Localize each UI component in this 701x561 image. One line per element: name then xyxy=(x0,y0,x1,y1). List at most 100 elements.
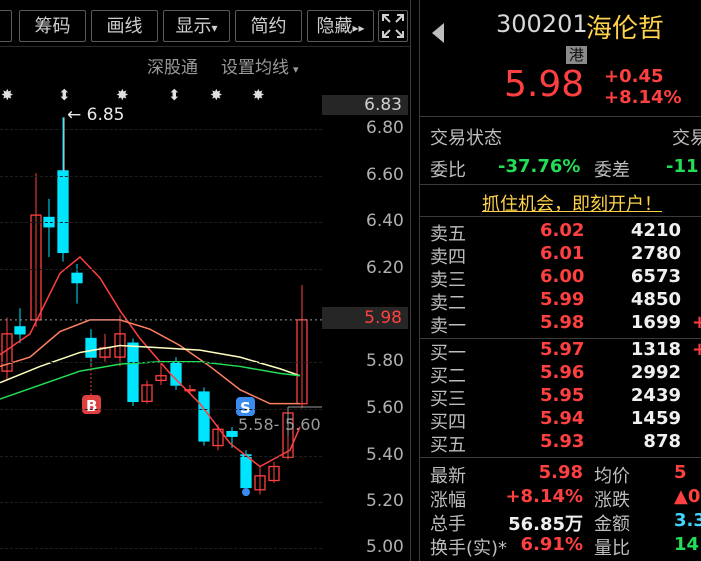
bid-volume: 1318 xyxy=(630,339,681,360)
bid-row[interactable]: 买二 5.96 2992 xyxy=(420,362,701,387)
stat-row: 最新 5.98 均价 5 xyxy=(420,462,701,487)
event-star-icon: ✸ xyxy=(210,86,223,104)
stat-value-2: ▲0 xyxy=(674,486,701,507)
bid-row[interactable]: 买一 5.97 1318 + xyxy=(420,339,701,364)
ask-row[interactable]: 卖三 6.00 6573 xyxy=(420,266,701,291)
axis-high-highlight: 6.83 xyxy=(322,95,408,115)
gridline xyxy=(0,222,322,223)
ask-price: 5.99 xyxy=(540,289,585,310)
prev-stock-icon[interactable] xyxy=(432,23,444,43)
gridline xyxy=(0,502,322,503)
event-star-icon: ✸ xyxy=(116,86,129,104)
price-change-pct: +8.14% xyxy=(604,87,682,108)
price-change: +0.45 xyxy=(604,66,664,87)
stat-value: +8.14% xyxy=(505,486,583,507)
bid-price: 5.97 xyxy=(540,339,585,360)
sell-marker-label: S xyxy=(240,399,251,417)
trade-status-label: 交易状态 xyxy=(430,128,502,149)
price-axis-tick: 5.80 xyxy=(366,351,404,371)
candle-body xyxy=(57,170,69,254)
display-dropdown[interactable]: 显示▾ xyxy=(163,10,230,42)
stat-value-2: 14 xyxy=(674,534,700,555)
ask-volume: 4210 xyxy=(630,220,681,241)
event-star-icon: ✸ xyxy=(252,86,265,104)
candle-body xyxy=(170,361,182,386)
stat-label: 最新 xyxy=(430,466,466,487)
ask-volume: 1699 xyxy=(630,312,681,333)
ask-volume: 4850 xyxy=(630,289,681,310)
bid-row[interactable]: 买四 5.94 1459 xyxy=(420,408,701,433)
last-price: 5.98 xyxy=(504,64,585,105)
price-axis-tick: 6.80 xyxy=(366,118,404,138)
ask-label: 卖一 xyxy=(430,316,466,337)
stat-row: 总手 56.85万 金额 3.3 xyxy=(420,510,701,535)
quote-panel: 300201 海伦哲 港 5.98 +0.45 +8.14% 交易状态 交易 委… xyxy=(420,0,701,561)
stat-value: 6.91% xyxy=(520,534,583,555)
candlestick-chart[interactable]: ← 6.85 5.58- 5.60 B S ✸ ⬍ ✸ ⬍ ✸ ✸ xyxy=(0,46,322,561)
ask-row[interactable]: 卖五 6.02 4210 xyxy=(420,220,701,245)
hide-panel-button[interactable]: 隐藏▸▸ xyxy=(307,10,374,42)
ma30-line xyxy=(0,361,301,400)
stat-label-2: 量比 xyxy=(594,538,630,559)
draw-line-button[interactable]: 画线 xyxy=(91,10,158,42)
stat-value-2: 3.3 xyxy=(674,510,701,531)
chevron-down-icon: ▾ xyxy=(211,21,218,35)
ask-row[interactable]: 卖一 5.98 1699 + xyxy=(420,312,701,337)
candle-body xyxy=(85,337,97,358)
fullscreen-button[interactable] xyxy=(378,10,408,42)
buy-marker-label: B xyxy=(86,397,97,415)
chart-toolbar: 筹码 画线 显示▾ 简约 隐藏▸▸ xyxy=(0,0,410,47)
weibi-value: -37.76% xyxy=(498,156,581,177)
candle-body xyxy=(198,391,210,442)
bid-volume: 1459 xyxy=(630,408,681,429)
bid-price: 5.96 xyxy=(540,362,585,383)
candle-body xyxy=(240,454,252,489)
price-axis-tick: 6.40 xyxy=(366,211,404,231)
bid-price: 5.93 xyxy=(540,431,585,452)
bid-flag: + xyxy=(692,339,701,360)
hk-badge: 港 xyxy=(566,46,588,64)
gridline xyxy=(0,129,322,130)
chip-distribution-button[interactable]: 筹码 xyxy=(19,10,86,42)
weicha-value: -11 xyxy=(666,156,699,177)
event-arrow-icon: ⬍ xyxy=(168,86,181,104)
bid-volume: 2992 xyxy=(630,362,681,383)
axis-current-value: 5.98 xyxy=(364,308,402,328)
ask-price: 6.01 xyxy=(540,243,585,264)
ask-price: 5.98 xyxy=(540,312,585,333)
gridline xyxy=(0,456,322,457)
stock-name: 海伦哲 xyxy=(586,14,665,44)
bid-row[interactable]: 买五 5.93 878 xyxy=(420,431,701,456)
gridline xyxy=(0,409,322,410)
open-account-promo[interactable]: 抓住机会，即刻开户！ xyxy=(482,190,662,216)
gridline xyxy=(0,362,322,363)
candle-body xyxy=(226,430,238,437)
event-arrow-icon: ⬍ xyxy=(58,86,71,104)
ask-flag: + xyxy=(692,312,701,333)
toolbar-left-button[interactable] xyxy=(0,10,12,42)
weibi-label: 委比 xyxy=(430,160,466,181)
gridline xyxy=(0,176,322,177)
aux-annotation: 5.60 xyxy=(285,415,321,434)
ask-price: 6.02 xyxy=(540,220,585,241)
bid-label: 买五 xyxy=(430,435,466,456)
bid-price: 5.94 xyxy=(540,408,585,429)
ask-volume: 2780 xyxy=(630,243,681,264)
stat-row: 换手(实)* 6.91% 量比 14 xyxy=(420,534,701,559)
ask-row[interactable]: 卖四 6.01 2780 xyxy=(420,243,701,268)
simple-mode-button[interactable]: 简约 xyxy=(235,10,302,42)
expand-icon xyxy=(382,14,404,38)
weicha-label: 委差 xyxy=(594,160,630,181)
price-axis-tick: 5.60 xyxy=(366,398,404,418)
bid-row[interactable]: 买三 5.95 2439 xyxy=(420,385,701,410)
price-axis-tick: 5.40 xyxy=(366,445,404,465)
stat-label: 换手(实)* xyxy=(430,538,508,559)
divider xyxy=(420,457,701,458)
price-axis-tick: 6.20 xyxy=(366,258,404,278)
stat-label: 涨幅 xyxy=(430,490,466,511)
low-annotation: 5.58- xyxy=(238,415,279,434)
stat-value: 5.98 xyxy=(538,462,583,483)
play-forward-icon: ▸▸ xyxy=(352,21,365,35)
stock-code: 300201 xyxy=(496,10,588,38)
ask-row[interactable]: 卖二 5.99 4850 xyxy=(420,289,701,314)
